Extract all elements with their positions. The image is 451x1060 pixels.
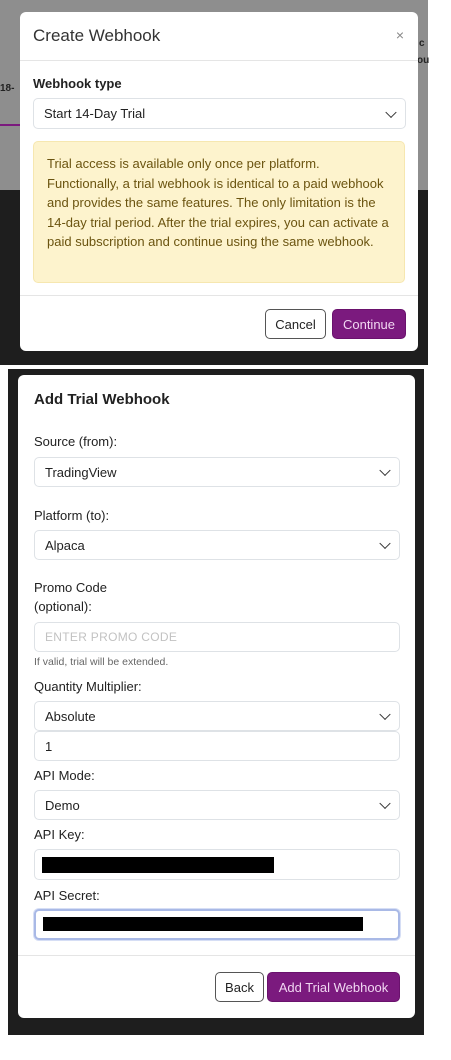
webhook-type-value: Start 14-Day Trial (44, 106, 146, 121)
chevron-down-icon (385, 106, 397, 118)
api-key-label: API Key: (34, 827, 85, 842)
api-mode-value: Demo (45, 797, 80, 813)
promo-hint: If valid, trial will be extended. (34, 656, 169, 668)
promo-label-optional: (optional): (34, 599, 92, 614)
chevron-down-icon (379, 537, 391, 550)
close-icon[interactable]: × (396, 27, 404, 43)
quantity-mode-value: Absolute (45, 708, 96, 724)
api-mode-select[interactable]: Demo (34, 790, 400, 820)
platform-select[interactable]: Alpaca (34, 530, 400, 560)
cancel-button[interactable]: Cancel (265, 309, 326, 339)
modal-title: Add Trial Webhook (34, 391, 170, 408)
create-webhook-modal: Create Webhook × Webhook type Start 14-D… (20, 12, 418, 351)
modal-footer: Back Add Trial Webhook (18, 955, 415, 1019)
quantity-value: 1 (45, 738, 53, 754)
continue-button[interactable]: Continue (332, 309, 406, 339)
api-key-input[interactable] (34, 849, 400, 880)
background-tab-underline (0, 124, 22, 126)
promo-code-placeholder: ENTER PROMO CODE (45, 630, 178, 644)
background-text: 18- (0, 83, 15, 94)
chevron-down-icon (379, 708, 391, 721)
quantity-value-input[interactable]: 1 (34, 731, 400, 761)
promo-label: Promo Code (34, 580, 107, 595)
platform-label: Platform (to): (34, 508, 110, 523)
source-label: Source (from): (34, 434, 118, 449)
quantity-mode-select[interactable]: Absolute (34, 701, 400, 731)
chevron-down-icon (379, 464, 391, 477)
promo-code-input[interactable]: ENTER PROMO CODE (34, 622, 400, 652)
back-button[interactable]: Back (215, 972, 264, 1002)
redacted-api-key (42, 857, 274, 873)
add-trial-webhook-modal: Add Trial Webhook Source (from): Trading… (18, 375, 415, 1018)
source-select[interactable]: TradingView (34, 457, 400, 487)
api-mode-label: API Mode: (34, 768, 95, 783)
modal-title: Create Webhook (33, 26, 161, 45)
webhook-type-label: Webhook type (33, 76, 122, 91)
background-text: ou (417, 55, 430, 66)
chevron-down-icon (379, 797, 391, 810)
api-secret-input[interactable] (34, 909, 400, 940)
add-trial-webhook-button[interactable]: Add Trial Webhook (267, 972, 400, 1002)
modal-header: Create Webhook × (20, 12, 418, 61)
platform-value: Alpaca (45, 537, 85, 553)
trial-notice: Trial access is available only once per … (33, 141, 405, 283)
background-text: c (419, 38, 425, 49)
webhook-type-select[interactable]: Start 14-Day Trial (33, 98, 406, 129)
quantity-multiplier-label: Quantity Multiplier: (34, 679, 142, 694)
redacted-api-secret (43, 917, 363, 931)
modal-footer: Cancel Continue (20, 295, 418, 352)
api-secret-label: API Secret: (34, 888, 100, 903)
source-value: TradingView (45, 464, 117, 480)
